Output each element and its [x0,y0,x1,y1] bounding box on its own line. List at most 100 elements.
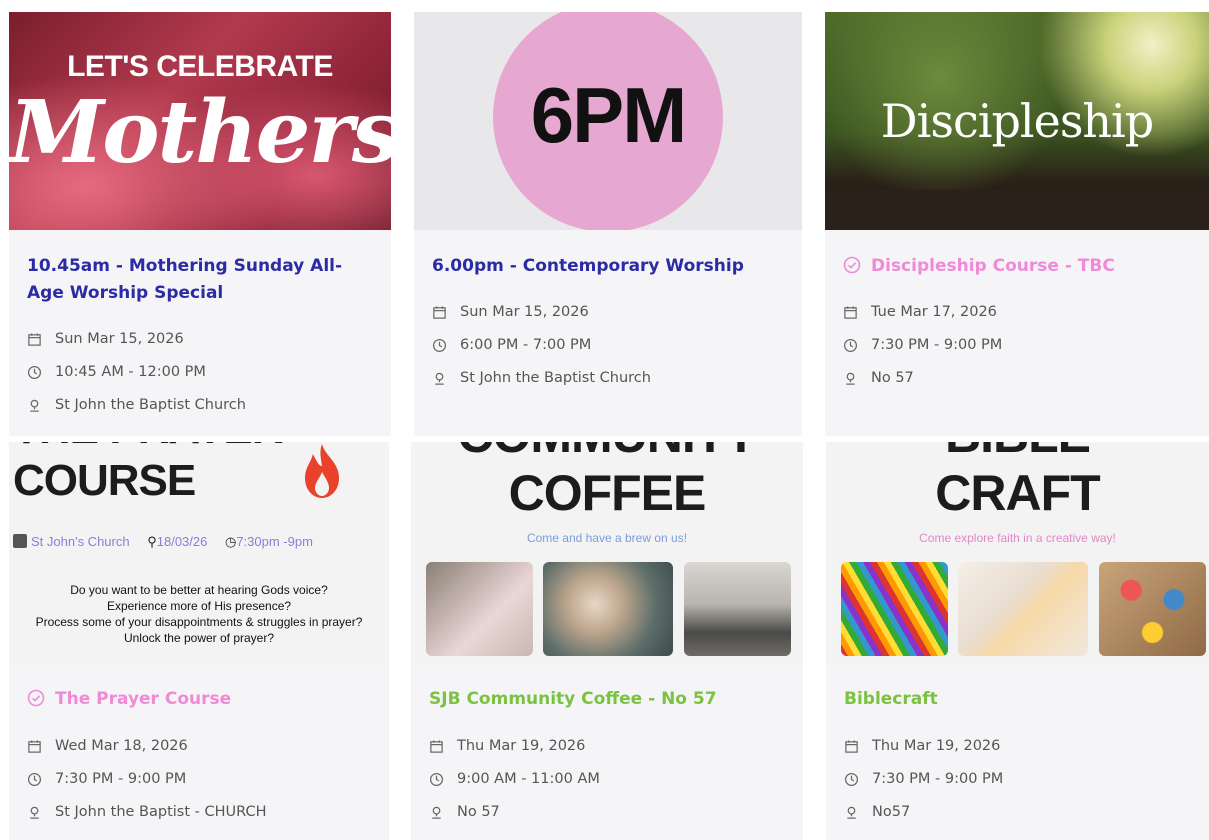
poster-details: St John's Church ⚲18/03/26 ◷7:30pm -9pm [13,534,313,550]
poster-venue: St John's Church [31,534,130,549]
event-time-text: 10:45 AM - 12:00 PM [55,364,206,380]
event-location: No 57 [843,367,1199,389]
poster-time: 7:30pm -9pm [236,534,313,549]
event-time: 6:00 PM - 7:00 PM [432,334,792,356]
event-image-6pm[interactable]: 6PM [414,12,802,230]
calendar-icon [28,332,41,346]
calendar-icon [844,305,857,319]
event-location: No 57 [429,801,793,823]
event-date: Sun Mar 15, 2026 [432,301,792,323]
calendar-icon [28,739,41,753]
poster-heading-line1: THE PRAYER [13,442,284,454]
poster-heading-line2: COFFEE [508,465,707,521]
event-date: Tue Mar 17, 2026 [843,301,1199,323]
event-title-text: The Prayer Course [55,689,232,709]
clock-icon [429,772,444,786]
check-circle-icon [843,256,861,274]
event-image-biblecraft[interactable]: BIBLE CRAFT Come explore faith in a crea… [826,442,1209,663]
event-time: 7:30 PM - 9:00 PM [843,334,1199,356]
event-date-text: Thu Mar 19, 2026 [872,738,1001,754]
event-time-text: 6:00 PM - 7:00 PM [460,337,592,353]
event-title[interactable]: SJB Community Coffee - No 57 [429,686,785,713]
event-time: 7:30 PM - 9:00 PM [27,768,379,790]
clock-icon [843,338,858,352]
event-date: Thu Mar 19, 2026 [844,735,1199,757]
mug-hands-photo [543,562,673,656]
event-image-community-coffee[interactable]: COMMUNITY COFFEE Come and have a brew on… [411,442,803,663]
map-pin-icon [432,806,441,819]
event-card-prayer-course[interactable]: THE PRAYER COURSE St John's Church ⚲18/0… [9,442,389,840]
pin-icon: ⚲ [147,534,157,549]
flame-icon [305,444,339,498]
map-pin-icon [847,806,856,819]
building-icon [13,534,27,548]
event-image-discipleship[interactable]: Discipleship [825,12,1209,230]
clock-icon [844,772,859,786]
colored-pencils-photo [841,562,948,656]
event-title[interactable]: The Prayer Course [27,686,371,713]
event-time-text: 9:00 AM - 11:00 AM [457,771,600,787]
image-caption: LET'S CELEBRATE [67,50,333,83]
event-time: 10:45 AM - 12:00 PM [27,361,381,383]
event-card-community-coffee[interactable]: COMMUNITY COFFEE Come and have a brew on… [411,442,803,840]
event-location: St John the Baptist Church [432,367,792,389]
clock-icon [27,772,42,786]
event-location-text: St John the Baptist - CHURCH [55,804,267,820]
poster-heading-line1: BIBLE [826,442,1209,464]
poster-subtitle: Come and have a brew on us! [526,531,688,545]
poster-subtitle: Come explore faith in a creative way! [919,531,1116,545]
journaling-photo [958,562,1088,656]
event-location-text: St John the Baptist Church [55,397,246,413]
clock-icon [27,365,42,379]
event-date: Thu Mar 19, 2026 [429,735,793,757]
event-date-text: Tue Mar 17, 2026 [871,304,997,320]
poster-heading-line2: COURSE [13,456,196,505]
poster-question: Unlock the power of prayer? [123,631,275,645]
calendar-icon [845,739,858,753]
event-title[interactable]: Discipleship Course - TBC [843,253,1191,280]
coffee-cups-photo [426,562,533,656]
event-location: St John the Baptist Church [27,394,381,416]
soil [825,190,1209,230]
event-location-text: St John the Baptist Church [460,370,651,386]
clock-icon: ◷ [224,534,237,549]
event-title[interactable]: Biblecraft [844,686,1191,713]
map-pin-icon [30,806,39,819]
poster-question: Process some of your disappointments & s… [35,615,363,629]
event-time-text: 7:30 PM - 9:00 PM [872,771,1004,787]
event-title[interactable]: 6.00pm - Contemporary Worship [432,253,784,280]
poster-heading-line1: COMMUNITY [411,442,803,464]
event-location-text: No 57 [871,370,914,386]
event-date-text: Sun Mar 15, 2026 [55,331,184,347]
poster-heading-line2: CRAFT [935,465,1100,521]
event-time-text: 7:30 PM - 9:00 PM [871,337,1003,353]
event-card-contemporary-worship[interactable]: 6PM 6.00pm - Contemporary Worship Sun Ma… [414,12,802,436]
poster-question: Experience more of His presence? [106,599,292,613]
cafe-room-photo [684,562,791,656]
event-time: 7:30 PM - 9:00 PM [844,768,1199,790]
poster-questions: Do you want to be better at hearing Gods… [9,582,389,646]
event-image-mothers[interactable]: LET'S CELEBRATE Mothers [9,12,391,230]
event-time: 9:00 AM - 11:00 AM [429,768,793,790]
event-location: St John the Baptist - CHURCH [27,801,379,823]
map-pin-icon [435,372,444,385]
event-date: Sun Mar 15, 2026 [27,328,381,350]
event-location: No57 [844,801,1199,823]
image-caption-script: Mothers [9,82,391,183]
calendar-icon [430,739,443,753]
paint-palette-photo [1099,562,1206,656]
event-image-prayer-course[interactable]: THE PRAYER COURSE St John's Church ⚲18/0… [9,442,389,663]
event-date: Wed Mar 18, 2026 [27,735,379,757]
map-pin-icon [30,399,39,412]
event-card-biblecraft[interactable]: BIBLE CRAFT Come explore faith in a crea… [826,442,1209,840]
event-time-text: 7:30 PM - 9:00 PM [55,771,187,787]
event-date-text: Sun Mar 15, 2026 [460,304,589,320]
clock-icon [432,338,447,352]
event-title[interactable]: 10.45am - Mothering Sunday All-Age Worsh… [27,253,373,307]
event-card-mothering-sunday[interactable]: LET'S CELEBRATE Mothers 10.45am - Mother… [9,12,391,436]
image-caption: Discipleship [880,94,1154,148]
event-title-text: Discipleship Course - TBC [871,256,1115,276]
event-location-text: No57 [872,804,911,820]
event-card-discipleship[interactable]: Discipleship Discipleship Course - TBC T… [825,12,1209,436]
poster-date: 18/03/26 [156,534,208,549]
